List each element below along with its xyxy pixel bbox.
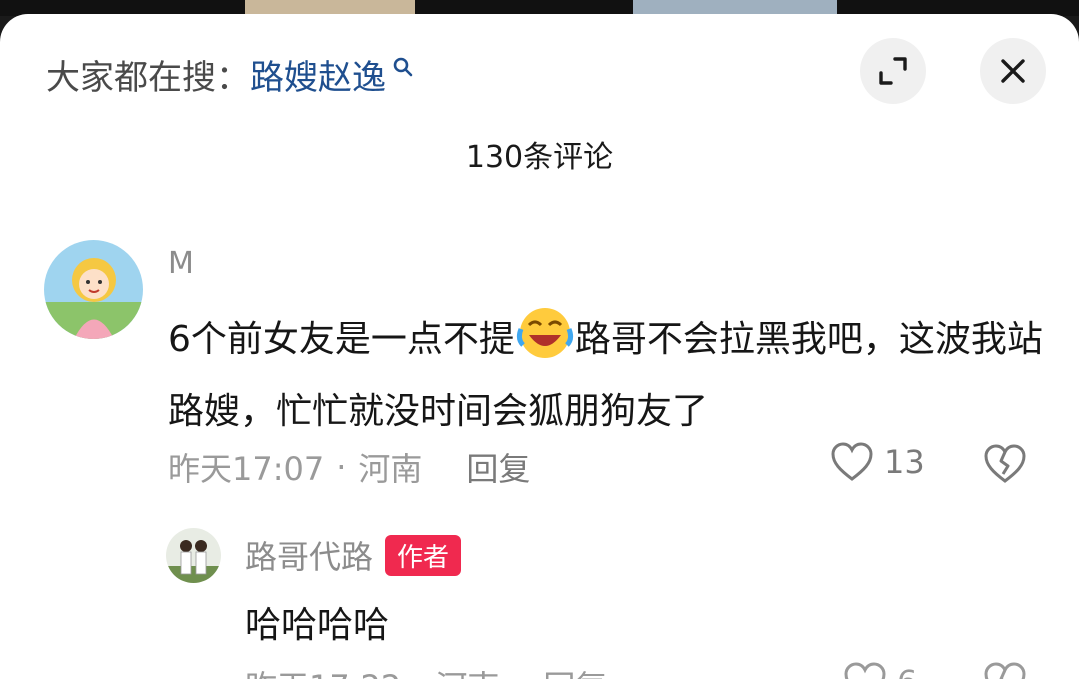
reply-location: 河南 <box>435 662 499 679</box>
comment-text: 6个前女友是一点不提 路哥不会拉黑我吧，这波我站路嫂，忙忙就没时间会狐朋狗友了 <box>168 304 1048 448</box>
expand-button[interactable] <box>860 38 926 104</box>
comment-time: 昨天17:07 <box>168 450 325 488</box>
expand-icon <box>879 57 907 85</box>
reply-avatar-image <box>166 528 221 583</box>
comments-panel: 大家都在搜： 路嫂赵逸 130条评论 M 6个前女友是一点不提 路哥不会拉黑我吧… <box>0 14 1079 679</box>
reply-reply-button[interactable]: 回复 <box>543 662 607 679</box>
reply-avatar[interactable] <box>166 528 221 583</box>
close-button[interactable] <box>980 38 1046 104</box>
close-icon <box>1001 59 1025 83</box>
author-badge: 作者 <box>385 534 462 576</box>
comment-text-part1: 6个前女友是一点不提 <box>168 319 515 360</box>
reply-like-button[interactable]: 6 <box>843 662 917 679</box>
comment-count-title: 130条评论 <box>465 140 614 175</box>
comment-username[interactable]: M <box>168 246 194 281</box>
reply-time: 昨天17:22 <box>245 662 401 679</box>
avatar[interactable] <box>44 240 143 339</box>
meta-separator: · <box>336 448 347 486</box>
search-suggestion-prefix: 大家都在搜： <box>46 57 250 98</box>
reply-text: 哈哈哈哈 <box>245 605 390 646</box>
heart-icon <box>844 662 886 679</box>
like-count: 13 <box>884 443 925 481</box>
reply-username-row: 路哥代路 作者 <box>245 532 462 578</box>
meta-separator: · <box>413 662 423 679</box>
broken-heart-icon <box>984 444 1026 483</box>
reply-username[interactable]: 路哥代路 <box>245 532 373 578</box>
heart-icon <box>831 442 873 481</box>
like-button[interactable]: 13 <box>830 442 925 482</box>
broken-heart-icon <box>984 662 1026 679</box>
reply-meta: 昨天17:22 · 河南 回复 <box>245 662 607 679</box>
comment-meta: 昨天17:07 · 河南 回复 <box>168 444 530 490</box>
search-suggestion-term[interactable]: 路嫂赵逸 <box>250 50 386 99</box>
dislike-button[interactable] <box>983 444 1027 488</box>
avatar-image <box>44 240 143 339</box>
reply-like-count: 6 <box>897 663 917 679</box>
search-suggestion[interactable]: 大家都在搜： 路嫂赵逸 <box>46 50 414 99</box>
laughing-crying-emoji-icon <box>516 308 573 358</box>
search-icon <box>393 57 413 77</box>
reply-dislike-button[interactable] <box>983 662 1027 679</box>
reply-button[interactable]: 回复 <box>466 444 530 490</box>
comment-location: 河南 <box>358 450 423 488</box>
